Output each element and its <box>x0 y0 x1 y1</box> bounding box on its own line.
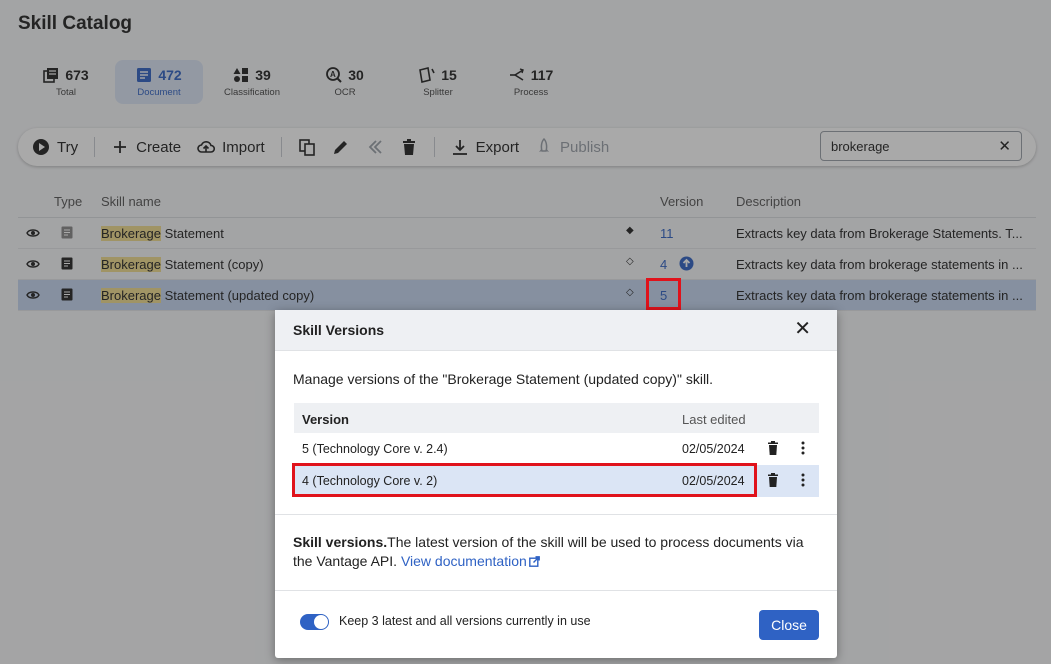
keep-latest-toggle[interactable] <box>300 614 329 630</box>
doc-link-label: View documentation <box>400 553 527 569</box>
close-button[interactable]: Close <box>759 610 819 640</box>
view-documentation-link[interactable]: View documentation <box>401 553 540 569</box>
dialog-intro-text: Manage versions of the "Brokerage Statem… <box>293 371 714 387</box>
versions-table-header: Version Last edited <box>294 403 819 433</box>
annotation-highlight-version <box>646 278 681 310</box>
trash-icon[interactable] <box>767 441 779 455</box>
trash-icon[interactable] <box>767 473 779 487</box>
skill-versions-dialog: Skill Versions ✕ Manage versions of the … <box>275 310 837 658</box>
more-vertical-icon[interactable] <box>797 472 809 488</box>
keep-latest-label: Keep 3 latest and all versions currently… <box>339 614 591 628</box>
version-name: 5 (Technology Core v. 2.4) <box>302 442 448 456</box>
column-header-last-edited: Last edited <box>682 412 746 427</box>
column-header-version: Version <box>302 412 349 427</box>
dialog-header: Skill Versions ✕ <box>275 310 837 351</box>
divider <box>275 590 837 591</box>
more-vertical-icon[interactable] <box>797 440 809 456</box>
version-row[interactable]: 5 (Technology Core v. 2.4) 02/05/2024 <box>294 433 819 465</box>
divider <box>275 514 837 515</box>
annotation-highlight-version-row <box>292 463 757 497</box>
external-link-icon <box>528 556 540 567</box>
note-heading: Skill versions. <box>293 534 388 550</box>
close-icon[interactable]: ✕ <box>794 319 811 339</box>
skill-versions-note: Skill versions.The latest version of the… <box>293 533 823 571</box>
version-last-edited: 02/05/2024 <box>682 442 745 456</box>
dialog-title: Skill Versions <box>293 322 385 338</box>
